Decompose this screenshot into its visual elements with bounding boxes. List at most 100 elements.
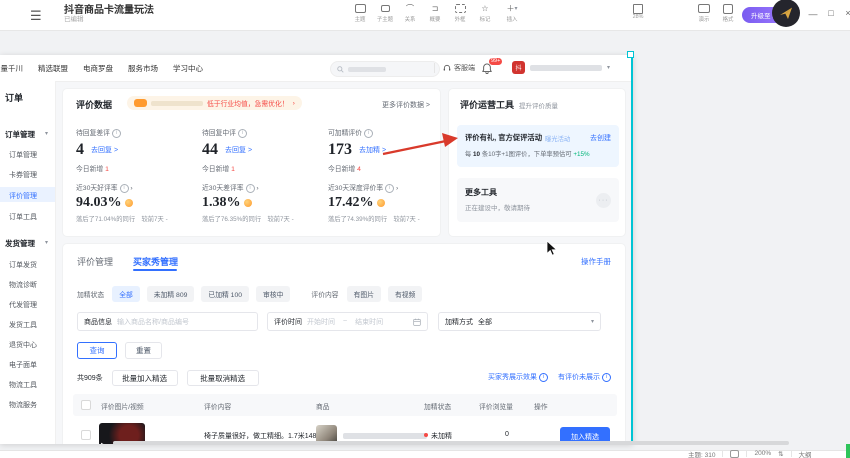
info-icon[interactable]: i [112,129,121,138]
close-button[interactable]: × [841,8,850,18]
select-all-checkbox[interactable] [81,400,91,410]
info-icon[interactable]: i [120,184,129,193]
sidebar-item-shipping-tools[interactable]: 发货工具 [9,320,37,330]
go-reply-link[interactable]: 去回复 > [225,145,252,155]
alert-arrow: › [293,100,295,107]
service-client-button[interactable]: 客服端 [443,55,475,81]
sidebar-group-order-mgmt[interactable]: 订单管理 ▾ [5,129,35,140]
medal-icon [125,199,133,207]
chevron-down-icon: ▾ [607,64,610,71]
info-icon[interactable]: i [385,184,394,193]
topic-button[interactable]: 主题 [348,3,372,23]
info-icon[interactable]: i [364,129,373,138]
go-reply-link[interactable]: 去回复 > [91,145,118,155]
outline-toggle[interactable]: 大纲 [799,449,812,458]
summary-button[interactable]: ⊐ 概要 [423,3,447,23]
review-alert-banner[interactable]: 低于行业均值，急需优化！ › [127,96,302,110]
sidebar-item-review-management[interactable]: 评价管理 [9,191,37,201]
feature-mode-select[interactable]: 加精方式 全部 ▾ [438,312,601,331]
subtopic-button[interactable]: 子主题 [373,3,397,23]
statusbar-right: 主题: 310 200% ⇅ 大纲 [688,449,812,458]
canvas-horizontal-scrollbar[interactable] [113,441,789,445]
review-data-card: 评价数据 低于行业均值，急需优化！ › 更多评价数据 > 待回复差评i 4 去回… [62,88,441,237]
active-tab-underline [133,269,177,271]
sidebar-item-order-shipping[interactable]: 订单发货 [9,260,37,270]
topic-count: 主题: 310 [688,449,715,458]
create-promo-link[interactable]: 去创建 [590,133,611,143]
format-button[interactable]: 格式 [716,3,740,23]
review-time-range-input[interactable]: 评价时间 开始时间 ~ 结束时间 [267,312,428,331]
promo-review-gift-card[interactable]: 评价有礼, 官方促评活动 曝光活动 去创建 每 10 条10字+1图评价，下单率… [457,125,619,167]
shop-avatar: 抖 [512,61,525,74]
search-placeholder-redacted [348,67,386,72]
more-review-data-link[interactable]: 更多评价数据 > [382,100,430,110]
status-dot [424,433,428,437]
manual-link[interactable]: 操作手册 [581,256,611,267]
sidebar-item-e-waybill[interactable]: 电子面单 [9,360,37,370]
nav-jingxuan-lianmeng[interactable]: 精选联盟 [38,63,68,74]
present-button[interactable]: 演示 [692,3,716,23]
sidebar-item-order-management[interactable]: 订单管理 [9,150,37,160]
hamburger-menu-icon[interactable]: ☰ [30,8,42,24]
sidebar-item-logistics-diagnosis[interactable]: 物流诊断 [9,280,37,290]
fit-zoom-icon [626,3,650,14]
query-button[interactable]: 查询 [77,342,117,359]
search-input[interactable] [330,61,440,77]
filter-grid-icon[interactable] [730,450,739,458]
sidebar-item-logistics-tools[interactable]: 物流工具 [9,380,37,390]
relationship-button[interactable]: ⌒ 关系 [398,3,422,23]
embedded-screenshot[interactable]: 巨量千川 精选联盟 电商罗盘 服务市场 学习中心 [0,55,633,444]
total-count: 共909条 [77,373,103,383]
present-icon [692,3,716,14]
selection-border[interactable] [631,55,633,444]
batch-remove-featured-button[interactable]: 批量取消精选 [187,370,259,386]
nav-fuwu-shichang[interactable]: 服务市场 [128,63,158,74]
tab-review-management[interactable]: 评价管理 [77,255,113,268]
insert-button[interactable]: ＋▾ 插入 [498,3,526,23]
canvas-zoom-level[interactable]: 200% [754,450,771,457]
fit-zoom-button[interactable]: 28% [626,3,650,20]
row-checkbox[interactable] [81,430,91,440]
maximize-button[interactable]: □ [824,8,838,18]
nav-juliang-qianchuan[interactable]: 巨量千川 [0,63,23,74]
boundary-button[interactable]: 外框 [448,3,472,23]
batch-add-featured-button[interactable]: 批量加入精选 [112,370,178,386]
sidebar-item-return-center[interactable]: 退货中心 [9,340,37,350]
notification-button[interactable]: 99+ [482,61,492,79]
batch-actions-row: 共909条 批量加入精选 批量取消精选 [77,370,259,386]
chip-featured[interactable]: 已加精 100 [201,286,249,302]
nav-xuexi-zhongxin[interactable]: 学习中心 [173,63,203,74]
info-icon[interactable]: i [238,129,247,138]
sidebar-item-dropship-management[interactable]: 代发管理 [9,300,37,310]
zoom-stepper-icon[interactable]: ⇅ [778,450,783,458]
sidebar-item-coupon-management[interactable]: 卡券管理 [9,170,37,180]
reset-button[interactable]: 重置 [125,342,162,359]
feature-status-cell: 未加精 [424,431,452,441]
nav-dianshang-luopan[interactable]: 电商罗盘 [83,63,113,74]
info-icon[interactable]: i [246,184,255,193]
minimize-button[interactable]: — [806,9,820,19]
chip-not-featured[interactable]: 未加精 809 [147,286,195,302]
tab-buyer-show-management[interactable]: 买家秀管理 [133,255,178,268]
bird-logo-badge[interactable] [772,0,800,27]
play-icon: ▶ [101,442,105,444]
sidebar-item-order-tools[interactable]: 订单工具 [9,212,37,222]
marker-button[interactable]: ☆ 标记 [473,3,497,23]
chip-reviewing[interactable]: 审核中 [256,286,290,302]
buyer-show-card: 评价管理 买家秀管理 操作手册 加精状态 全部 未加精 809 已加精 100 … [62,243,626,444]
chip-has-video[interactable]: 有视频 [388,286,422,302]
buyer-show-effect-link[interactable]: 买家秀展示效果i [488,372,548,382]
sidebar-group-shipping-mgmt[interactable]: 发货管理 ▾ [5,238,35,249]
product-info-input[interactable]: 商品信息 输入商品名称/商品编号 [77,312,258,331]
more-tools-card[interactable]: 更多工具 正在建设中，敬请期待 ··· [457,178,619,222]
sidebar-item-logistics-service[interactable]: 物流服务 [9,400,37,410]
chip-has-image[interactable]: 有图片 [347,286,381,302]
account-menu[interactable]: 抖 ▾ [512,61,610,74]
medal-icon [377,199,385,207]
tools-subtitle: 提升评价质量 [519,100,558,110]
selection-handle[interactable] [627,51,634,58]
filter-chips-row: 加精状态 全部 未加精 809 已加精 100 审核中 评价内容 有图片 有视频 [77,286,429,302]
chip-all[interactable]: 全部 [112,286,140,302]
unshown-reviews-link[interactable]: 有评价未展示i [558,372,611,382]
shop-name-redacted [530,65,602,71]
